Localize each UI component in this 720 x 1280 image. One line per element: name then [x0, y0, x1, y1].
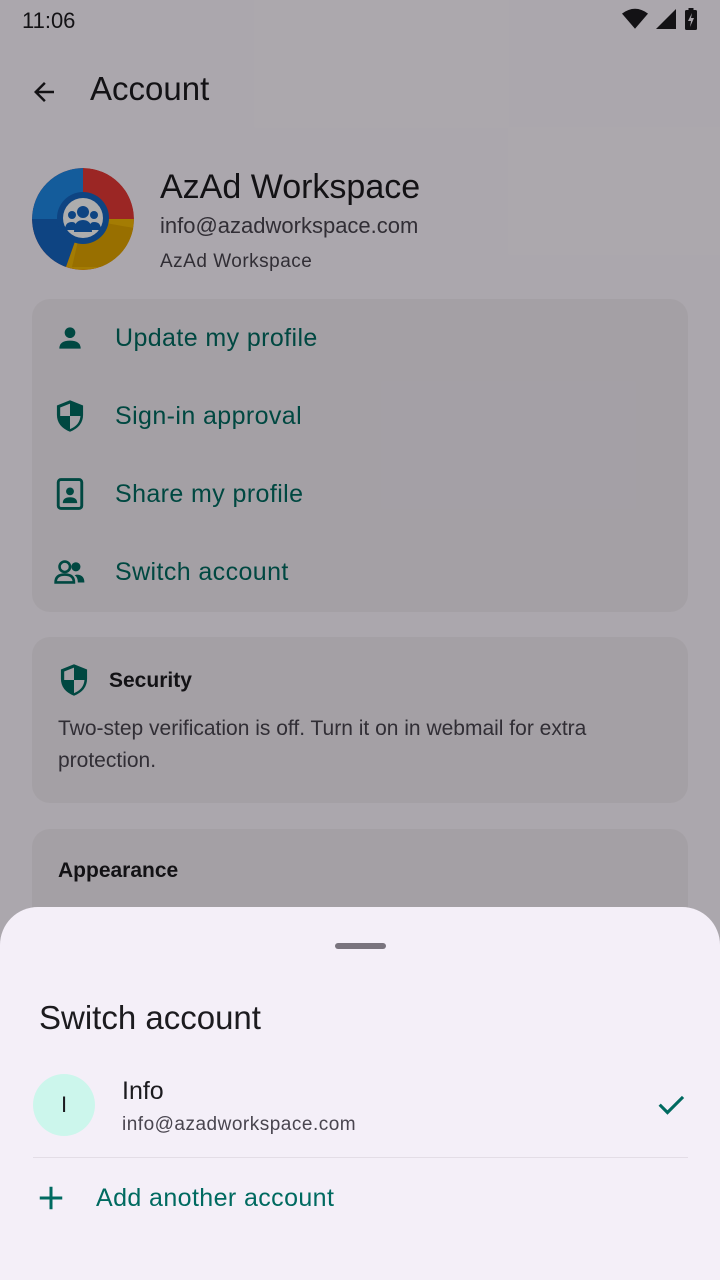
avatar: I: [33, 1074, 95, 1136]
add-account-label: Add another account: [96, 1184, 335, 1212]
plus-icon: [36, 1183, 66, 1213]
switch-account-sheet: Switch account I Info info@azadworkspace…: [0, 907, 720, 1280]
divider: [33, 1157, 688, 1158]
account-name: Info: [122, 1077, 164, 1105]
add-account-button[interactable]: Add another account: [0, 1167, 720, 1233]
check-icon: [654, 1087, 688, 1121]
sheet-title: Switch account: [39, 999, 261, 1036]
account-email: info@azadworkspace.com: [122, 1114, 357, 1135]
drag-handle[interactable]: [335, 943, 386, 949]
account-list-item[interactable]: I Info info@azadworkspace.com: [0, 1065, 720, 1157]
avatar-initial: I: [60, 1092, 68, 1117]
